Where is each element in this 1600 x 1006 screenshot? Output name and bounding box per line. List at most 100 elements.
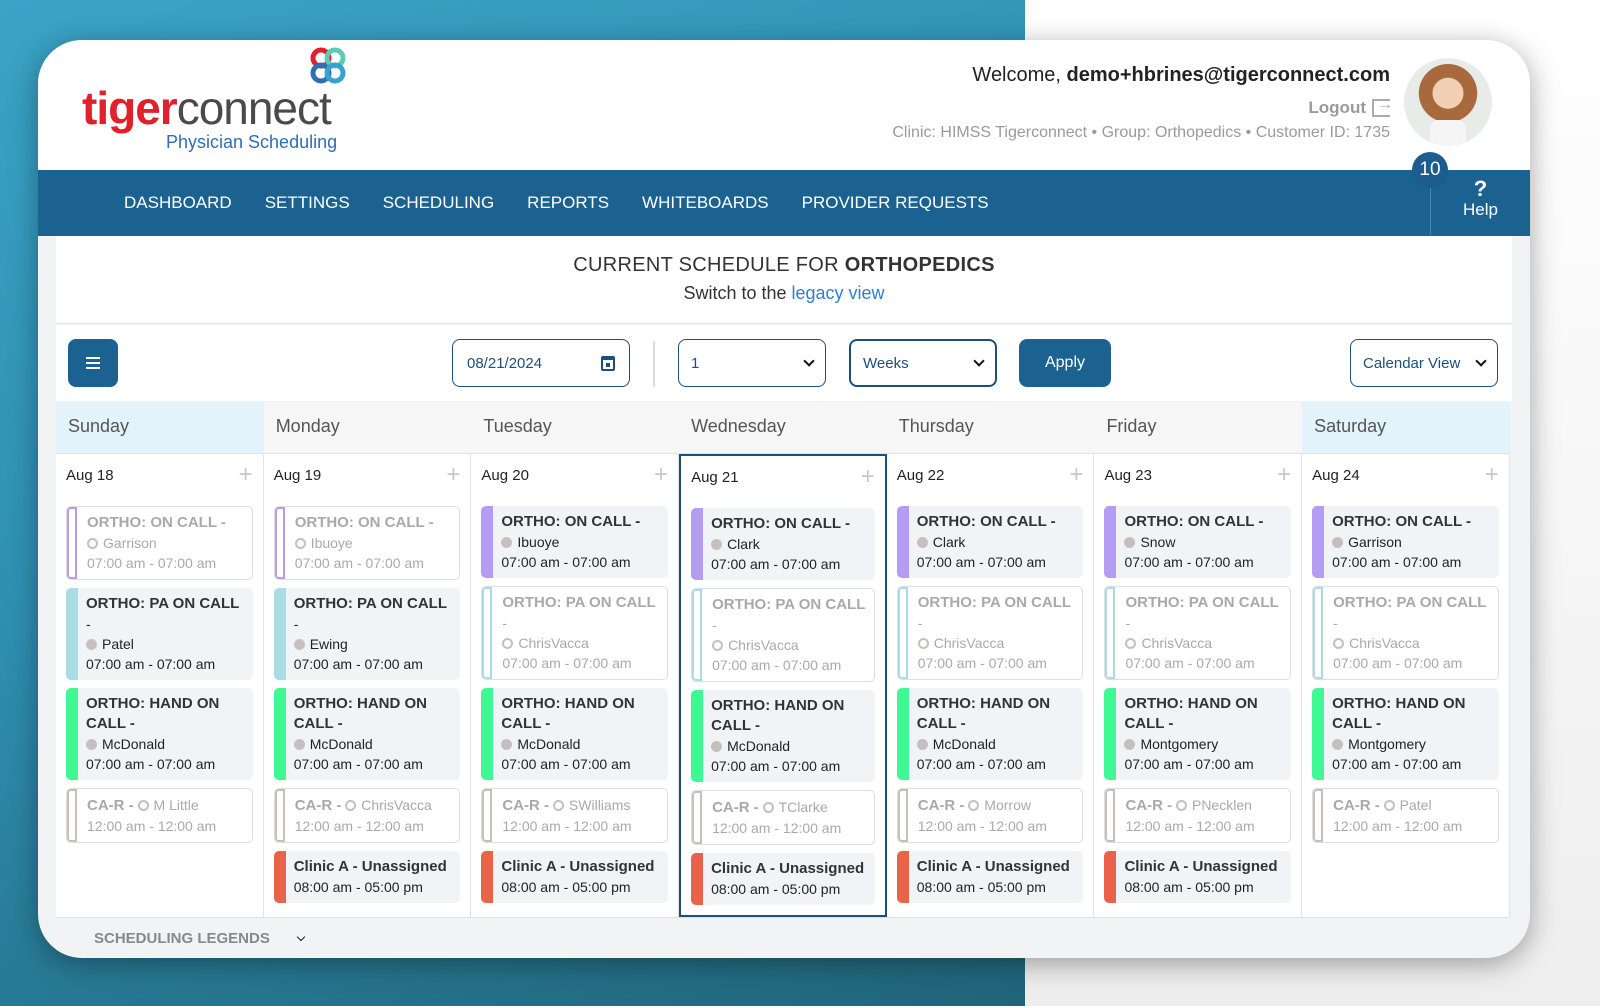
shift-card-ca-r[interactable]: CA-R - Morrow 12:00 am - 12:00 am: [896, 788, 1084, 843]
shift-card-ca-r[interactable]: CA-R - PNecklen 12:00 am - 12:00 am: [1104, 788, 1292, 843]
add-shift-icon[interactable]: +: [239, 463, 253, 487]
add-shift-icon[interactable]: +: [1485, 463, 1499, 487]
shift-card-hand-on-call[interactable]: ORTHO: HAND ON CALL - McDonald 07:00 am - …: [273, 688, 461, 780]
add-shift-icon[interactable]: +: [861, 465, 875, 489]
page-title-prefix: CURRENT SCHEDULE FOR: [573, 254, 845, 276]
title-band: CURRENT SCHEDULE FOR ORTHOPEDICS Switch …: [56, 236, 1512, 324]
shift-title: Clinic A - Unassigned: [293, 858, 447, 875]
logo[interactable]: tigerconnect Physician Scheduling: [82, 44, 362, 164]
shift-time: 08:00 am - 05:00 pm: [711, 881, 841, 897]
day-top: Aug 19 +: [274, 463, 461, 487]
legacy-view-link[interactable]: legacy view: [792, 283, 885, 303]
nav-reports[interactable]: REPORTS: [527, 193, 609, 213]
shift-card-on-call[interactable]: ORTHO: ON CALL - Clark 07:00 am - 07:00 am: [896, 506, 1084, 578]
add-shift-icon[interactable]: +: [654, 463, 668, 487]
shift-card-clinic[interactable]: Clinic A - Unassigned 08:00 am - 05:00 pm: [691, 853, 875, 905]
date-input[interactable]: 08/21/2024: [452, 339, 630, 387]
apply-button[interactable]: Apply: [1019, 339, 1111, 387]
shift-card-hand-on-call[interactable]: ORTHO: HAND ON CALL - Montgomery 07:00 am …: [1312, 688, 1499, 780]
shift-title: ORTHO: PA ON CALL: [1333, 594, 1487, 611]
shift-card-hand-on-call[interactable]: ORTHO: HAND ON CALL - Montgomery 07:00 am …: [1104, 688, 1292, 780]
shift-provider: McDonald: [517, 736, 581, 752]
shift-provider: Montgomery: [1140, 736, 1219, 752]
nav-provider-requests[interactable]: PROVIDER REQUESTS: [802, 193, 989, 213]
shift-card-clinic[interactable]: Clinic A - Unassigned 08:00 am - 05:00 pm: [896, 851, 1084, 903]
provider-status-icon: [345, 800, 357, 811]
provider-status-icon: [86, 639, 97, 650]
shift-title: Clinic A - Unassigned: [1124, 858, 1278, 875]
shift-card-on-call[interactable]: ORTHO: ON CALL - Garrison 07:00 am - 07:00…: [66, 506, 253, 580]
nav-settings[interactable]: SETTINGS: [265, 193, 350, 213]
shift-card-clinic[interactable]: Clinic A - Unassigned 08:00 am - 05:00 pm: [1104, 851, 1292, 903]
shift-card-pa-on-call[interactable]: ORTHO: PA ON CALL - ChrisVacca 07:00 am - 0…: [1104, 586, 1292, 680]
shift-card-pa-on-call[interactable]: ORTHO: PA ON CALL - Patel 07:00 am - 07:00 …: [66, 588, 253, 680]
shift-card-on-call[interactable]: ORTHO: ON CALL - Ibuoye 07:00 am - 07:00 a…: [481, 506, 669, 578]
period-unit-select[interactable]: Weeks: [849, 339, 997, 387]
shift-time: 07:00 am - 07:00 am: [917, 655, 1047, 671]
shift-card-pa-on-call[interactable]: ORTHO: PA ON CALL - ChrisVacca 07:00 am - 0…: [481, 586, 669, 680]
shift-card-clinic[interactable]: Clinic A - Unassigned 08:00 am - 05:00 pm: [273, 851, 461, 903]
day-column-saturday[interactable]: Aug 24 + ORTHO: ON CALL - Garrison 07:00 am …: [1302, 454, 1510, 917]
shift-card-on-call[interactable]: ORTHO: ON CALL - Ibuoye 07:00 am - 07:00 a…: [273, 506, 461, 580]
shift-card-hand-on-call[interactable]: ORTHO: HAND ON CALL - McDonald 07:00 am - …: [691, 690, 875, 782]
day-column-tuesday[interactable]: Aug 20 + ORTHO: ON CALL - Ibuoye 07:00 am - …: [471, 454, 680, 917]
page-title: CURRENT SCHEDULE FOR ORTHOPEDICS: [56, 254, 1512, 277]
shift-provider: McDonald: [309, 736, 373, 752]
shift-card-ca-r[interactable]: CA-R - TClarke 12:00 am - 12:00 am: [691, 790, 875, 845]
logo-wordmark: tigerconnect: [82, 80, 332, 136]
provider-status-icon: [1124, 739, 1136, 750]
day-top: Aug 23 +: [1104, 463, 1291, 487]
shift-color-bar: [1312, 688, 1325, 780]
nav-dashboard[interactable]: DASHBOARD: [124, 193, 232, 213]
day-column-friday[interactable]: Aug 23 + ORTHO: ON CALL - Snow 07:00 am - 07…: [1094, 454, 1303, 917]
shift-provider: Patel: [1399, 797, 1432, 813]
nav-whiteboards[interactable]: WHITEBOARDS: [642, 193, 769, 213]
shift-time: 07:00 am - 07:00 am: [1333, 655, 1463, 671]
shift-color-bar: [273, 851, 286, 903]
view-value: Calendar View: [1363, 354, 1461, 372]
nav-scheduling[interactable]: SCHEDULING: [383, 193, 494, 213]
shift-card-pa-on-call[interactable]: ORTHO: PA ON CALL - Ewing 07:00 am - 07:00 …: [273, 588, 461, 680]
day-column-thursday[interactable]: Aug 22 + ORTHO: ON CALL - Clark 07:00 am - 0…: [887, 454, 1095, 917]
provider-status-icon: [711, 539, 723, 550]
shift-card-hand-on-call[interactable]: ORTHO: HAND ON CALL - McDonald 07:00 am - …: [66, 688, 253, 780]
day-date: Aug 18: [66, 466, 114, 484]
add-shift-icon[interactable]: +: [1069, 463, 1083, 487]
shift-card-hand-on-call[interactable]: ORTHO: HAND ON CALL - McDonald 07:00 am - …: [896, 688, 1084, 780]
day-column-wednesday[interactable]: Aug 21 + ORTHO: ON CALL - Clark 07:00 am - 0…: [679, 454, 887, 917]
shift-time: 08:00 am - 05:00 pm: [1124, 879, 1254, 895]
notification-badge[interactable]: 10: [1412, 152, 1448, 188]
shift-card-on-call[interactable]: ORTHO: ON CALL - Clark 07:00 am - 07:00 am: [691, 508, 875, 580]
hamburger-line: [86, 367, 100, 369]
day-column-sunday[interactable]: Aug 18 + ORTHO: ON CALL - Garrison 07:00 am …: [56, 454, 264, 917]
welcome-text: Welcome, demo+hbrines@tigerconnect.com: [972, 64, 1390, 87]
provider-status-icon: [712, 640, 724, 651]
shift-time: 12:00 am - 12:00 am: [87, 818, 217, 834]
shift-time: 07:00 am - 07:00 am: [293, 656, 423, 672]
shift-card-hand-on-call[interactable]: ORTHO: HAND ON CALL - McDonald 07:00 am - …: [481, 688, 669, 780]
calendar-icon[interactable]: [601, 355, 615, 371]
shift-color-bar: [273, 688, 286, 780]
avatar[interactable]: [1404, 58, 1492, 146]
provider-status-icon: [1333, 638, 1345, 649]
menu-button[interactable]: [68, 339, 118, 387]
period-count-select[interactable]: 1: [678, 339, 826, 387]
shift-provider: Clark: [727, 536, 760, 552]
add-shift-icon[interactable]: +: [446, 463, 460, 487]
shift-card-pa-on-call[interactable]: ORTHO: PA ON CALL - ChrisVacca 07:00 am - 0…: [691, 588, 875, 682]
add-shift-icon[interactable]: +: [1277, 463, 1291, 487]
logout-link[interactable]: Logout: [1308, 96, 1393, 118]
shift-card-ca-r[interactable]: CA-R - Patel 12:00 am - 12:00 am: [1312, 788, 1499, 843]
shift-card-ca-r[interactable]: CA-R - SWilliams 12:00 am - 12:00 am: [481, 788, 669, 843]
shift-card-ca-r[interactable]: CA-R - M Little 12:00 am - 12:00 am: [66, 788, 253, 843]
shift-card-on-call[interactable]: ORTHO: ON CALL - Garrison 07:00 am - 07:00…: [1312, 506, 1499, 578]
shift-card-clinic[interactable]: Clinic A - Unassigned 08:00 am - 05:00 pm: [481, 851, 669, 903]
day-column-monday[interactable]: Aug 19 + ORTHO: ON CALL - Ibuoye 07:00 am - …: [264, 454, 472, 917]
scheduling-legends-toggle[interactable]: SCHEDULING LEGENDS: [94, 930, 306, 947]
shift-card-pa-on-call[interactable]: ORTHO: PA ON CALL - ChrisVacca 07:00 am - 0…: [1312, 586, 1499, 680]
shift-card-ca-r[interactable]: CA-R - ChrisVacca 12:00 am - 12:00 am: [273, 788, 461, 843]
view-select[interactable]: Calendar View: [1350, 339, 1498, 387]
shift-time: 07:00 am - 07:00 am: [711, 556, 841, 572]
shift-card-pa-on-call[interactable]: ORTHO: PA ON CALL - ChrisVacca 07:00 am - 0…: [896, 586, 1084, 680]
shift-card-on-call[interactable]: ORTHO: ON CALL - Snow 07:00 am - 07:00 am: [1104, 506, 1292, 578]
